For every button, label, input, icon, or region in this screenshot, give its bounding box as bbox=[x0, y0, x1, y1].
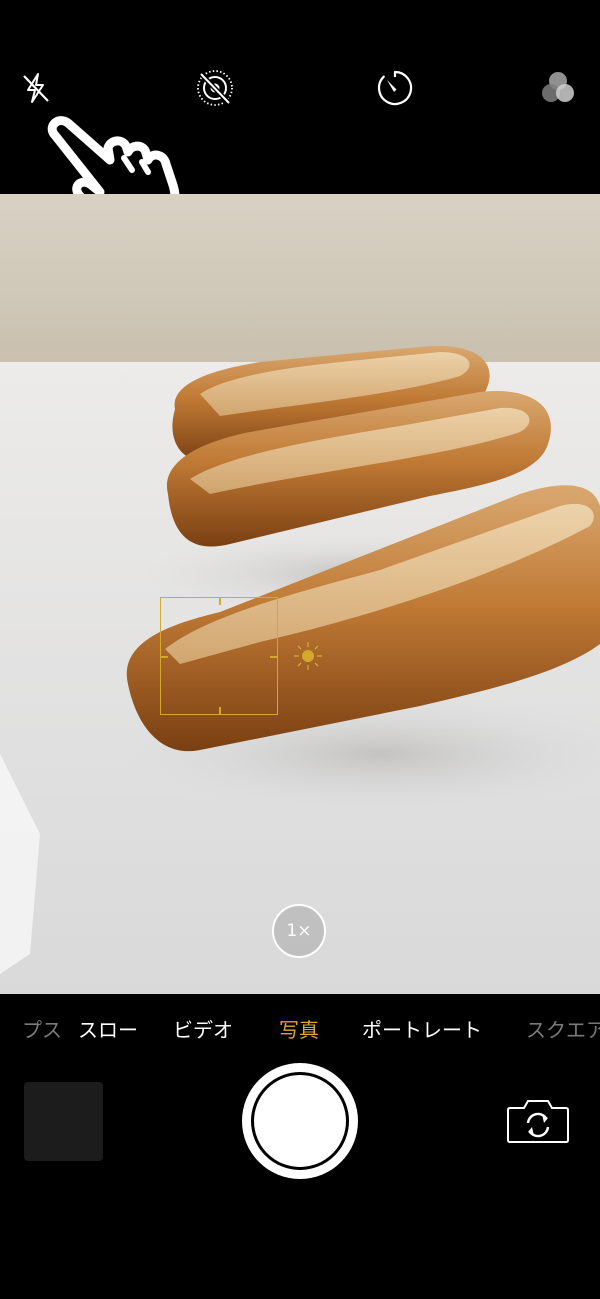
last-photo-thumbnail[interactable] bbox=[24, 1082, 103, 1161]
mode-square[interactable]: スクエア bbox=[526, 1014, 600, 1043]
shutter-inner-ring bbox=[251, 1072, 349, 1170]
mode-portrait[interactable]: ポートレート bbox=[362, 1014, 482, 1043]
mode-selector: プス スロー ビデオ 写真 ポートレート スクエア bbox=[0, 1004, 600, 1050]
mode-slomo[interactable]: スロー bbox=[78, 1014, 138, 1043]
shutter-button[interactable] bbox=[242, 1063, 358, 1179]
focus-square bbox=[160, 597, 278, 715]
mode-video[interactable]: ビデオ bbox=[173, 1014, 233, 1043]
camera-preview-image bbox=[0, 194, 600, 994]
flash-off-icon[interactable] bbox=[16, 68, 56, 108]
timer-icon[interactable] bbox=[375, 68, 415, 108]
live-photo-off-icon[interactable] bbox=[195, 68, 235, 108]
mode-photo[interactable]: 写真 bbox=[279, 1014, 319, 1043]
filters-icon[interactable] bbox=[538, 68, 578, 108]
exposure-sun-icon[interactable] bbox=[294, 642, 322, 670]
viewfinder[interactable]: 1× bbox=[0, 194, 600, 994]
camera-screen: 1× プス スロー ビデオ 写真 ポートレート スクエア bbox=[0, 0, 600, 1299]
mode-timelapse[interactable]: プス bbox=[22, 1014, 62, 1043]
zoom-button[interactable]: 1× bbox=[272, 904, 326, 958]
switch-camera-icon[interactable] bbox=[506, 1096, 570, 1146]
